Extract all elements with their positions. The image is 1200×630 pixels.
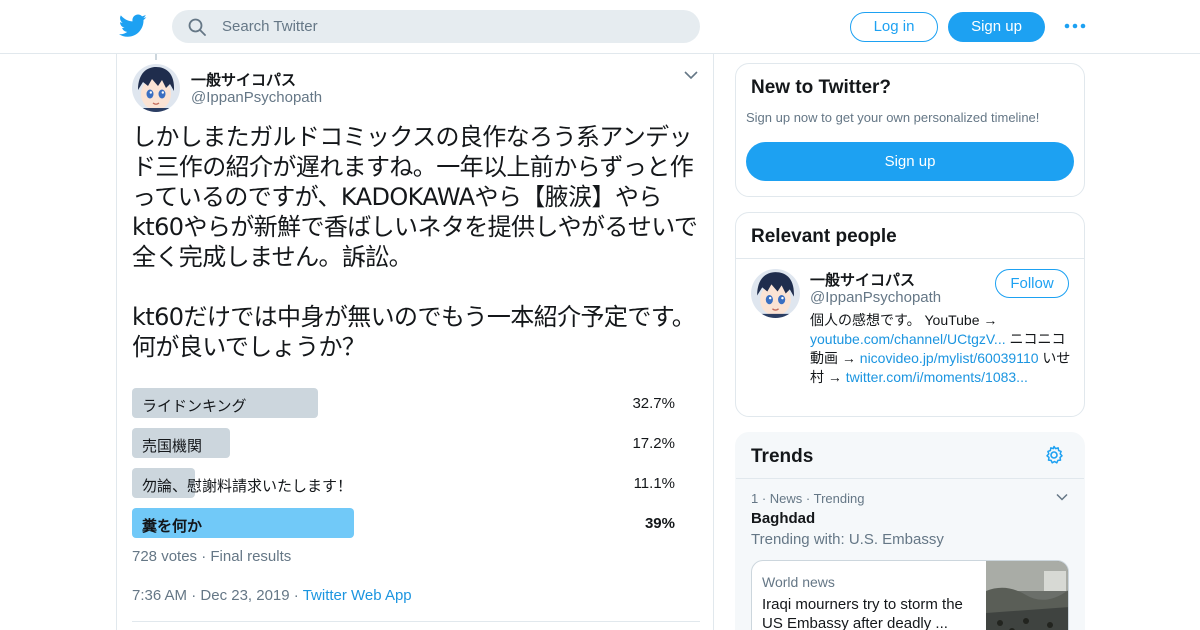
card-title: Trends — [751, 446, 814, 467]
twitter-bird-logo-icon[interactable] — [119, 13, 147, 39]
anime-avatar-icon — [751, 269, 800, 318]
trend-meta: 1 · News · Trending — [751, 491, 865, 506]
trend-related: Trending with: U.S. Embassy — [751, 531, 944, 548]
follow-button[interactable]: Follow — [995, 269, 1069, 298]
trends-card: Trends 1 · News · Trending Baghdad Trend… — [735, 432, 1085, 630]
poll-option-label: 糞を何か — [142, 518, 203, 535]
poll-meta: 728 votes · Final results — [132, 548, 292, 565]
person-bio: 個人の感想です。 YouTube → youtube.com/channel/U… — [810, 311, 1072, 387]
anime-avatar-icon — [132, 64, 180, 112]
trend-status: Trending — [813, 491, 865, 506]
top-navigation-bar: Log in Sign up — [0, 0, 1200, 54]
tweet-author-handle[interactable]: @IppanPsychopath — [191, 89, 322, 106]
tweet-author-name[interactable]: 一般サイコパス — [191, 69, 296, 90]
sidebar-signup-button[interactable]: Sign up — [746, 142, 1074, 181]
bio-link-moments[interactable]: twitter.com/i/moments/1083... — [846, 369, 1028, 385]
bio-link-nicovideo[interactable]: nicovideo.jp/mylist/60039110 — [860, 350, 1039, 366]
poll-option: ライドンキング 32.7% — [132, 388, 692, 418]
bio-link-youtube[interactable]: youtube.com/channel/UCtgzV... — [810, 331, 1006, 347]
person-handle[interactable]: @IppanPsychopath — [810, 289, 941, 306]
more-dots-icon[interactable] — [1064, 18, 1086, 34]
thread-line — [155, 54, 157, 60]
poll-option-label: 売国機関 — [142, 438, 203, 455]
login-button[interactable]: Log in — [850, 12, 938, 42]
divider — [736, 258, 1084, 259]
poll-votes: 728 votes — [132, 548, 198, 565]
tweet-source-link[interactable]: Twitter Web App — [303, 587, 412, 604]
poll-status: Final results — [210, 548, 292, 565]
trend-name[interactable]: Baghdad — [751, 510, 815, 527]
poll-option-percent: 39% — [644, 515, 675, 532]
avatar[interactable] — [132, 64, 180, 112]
poll-option: 糞を何か 39% — [132, 508, 692, 538]
news-headline[interactable]: Iraqi mourners try to storm the US Embas… — [762, 595, 982, 630]
signup-button[interactable]: Sign up — [948, 12, 1045, 42]
poll-option-percent: 17.2% — [632, 435, 675, 452]
news-card[interactable]: World news Iraqi mourners try to storm t… — [751, 560, 1069, 630]
gear-icon[interactable] — [1044, 445, 1064, 465]
avatar[interactable] — [751, 269, 800, 318]
poll: ライドンキング 32.7% 売国機関 17.2% 勿論、慰謝料請求いたします！ … — [132, 388, 692, 548]
card-title: New to Twitter? — [751, 77, 892, 98]
news-category: World news — [762, 574, 835, 590]
trend-rank: 1 — [751, 491, 759, 506]
search-icon — [188, 18, 206, 36]
search-input[interactable] — [222, 10, 682, 43]
trend-category: News — [769, 491, 803, 506]
divider — [132, 621, 700, 622]
person-name[interactable]: 一般サイコパス — [810, 269, 915, 290]
chevron-down-icon[interactable] — [684, 70, 698, 80]
tweet-timestamp: 7:36 AM · Dec 23, 2019 · Twitter Web App — [132, 587, 412, 604]
tweet-date[interactable]: Dec 23, 2019 — [200, 587, 289, 604]
tweet-column: 一般サイコパス @IppanPsychopath しかしまたガルドコミックスの良… — [116, 54, 714, 630]
tweet-time[interactable]: 7:36 AM — [132, 587, 187, 604]
chevron-down-icon[interactable] — [1056, 493, 1068, 501]
relevant-people-card: Relevant people 一般サイコパス @IppanPsychopath… — [735, 212, 1085, 417]
poll-option: 勿論、慰謝料請求いたします！ 11.1% — [132, 468, 692, 498]
poll-option-percent: 32.7% — [632, 395, 675, 412]
card-subtitle: Sign up now to get your own personalized… — [746, 110, 1040, 125]
news-thumbnail-image — [986, 561, 1068, 630]
poll-option-percent: 11.1% — [633, 475, 675, 492]
tweet-text: しかしまたガルドコミックスの良作なろう系アンデッド三作の紹介が遅れますね。一年以… — [132, 123, 698, 361]
poll-option-label: ライドンキング — [142, 398, 247, 415]
divider — [736, 478, 1084, 479]
poll-option: 売国機関 17.2% — [132, 428, 692, 458]
search-bar[interactable] — [172, 10, 700, 43]
bio-text: 個人の感想です。 YouTube → — [810, 312, 998, 328]
poll-option-label: 勿論、慰謝料請求いたします！ — [142, 478, 353, 495]
new-to-twitter-card: New to Twitter? Sign up now to get your … — [735, 63, 1085, 197]
card-title: Relevant people — [751, 226, 897, 247]
